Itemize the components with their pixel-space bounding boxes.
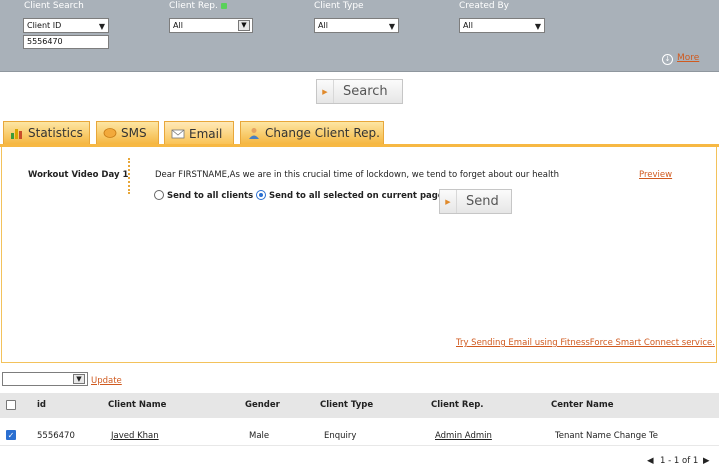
cell-center-name: Tenant Name Change Te [555,431,658,441]
smart-connect-link[interactable]: Try Sending Email using FitnessForce Sma… [456,338,715,348]
tab-email-label: Email [189,126,223,141]
message-preview: Dear FIRSTNAME,As we are in this crucial… [155,170,561,180]
expand-down-icon[interactable]: ↓ [662,54,673,65]
tab-statistics[interactable]: Statistics [3,121,90,144]
send-selected-label: Send to all selected on current page [269,191,444,201]
client-search-type-select[interactable]: Client ID ▼ [23,18,109,33]
tab-change-client-rep-label: Change Client Rep. [265,126,380,140]
column-header-client-rep[interactable]: Client Rep. [431,400,484,410]
column-header-client-type[interactable]: Client Type [320,400,373,410]
send-button-label: Send [466,194,499,209]
client-search-label: Client Search [24,1,84,11]
person-icon [249,128,259,139]
chevron-down-icon: ▼ [73,374,85,384]
chevron-down-icon: ▼ [534,22,541,31]
arrow-right-icon: ▶ [440,190,457,213]
column-header-id[interactable]: id [37,400,46,410]
chevron-down-icon: ▼ [98,22,105,31]
tab-change-client-rep[interactable]: Change Client Rep. [240,121,384,144]
tab-sms-label: SMS [121,126,147,140]
client-rep-select[interactable]: All ▼ [169,18,253,33]
tab-statistics-label: Statistics [28,126,83,140]
bar-chart-icon [11,129,22,139]
client-rep-value: All [173,21,183,30]
send-all-clients-label: Send to all clients [167,191,254,201]
client-type-value: All [318,21,328,30]
client-rep-label: Client Rep. [169,1,218,11]
search-button-label: Search [343,84,388,99]
bulk-action-select[interactable]: ▼ [2,372,88,386]
client-type-label: Client Type [314,1,364,11]
chevron-down-icon: ▼ [238,20,250,31]
pagination-text: 1 - 1 of 1 [660,456,699,466]
client-type-select[interactable]: All ▼ [314,18,399,33]
status-dot-icon [221,3,227,9]
client-rep-link[interactable]: Admin Admin [435,431,492,441]
created-by-value: All [463,21,473,30]
column-header-gender[interactable]: Gender [245,400,280,410]
arrow-right-icon: ▶ [317,80,334,103]
tab-sms[interactable]: SMS [96,121,159,144]
send-selected-radio[interactable] [256,190,266,200]
tab-email[interactable]: Email [164,121,234,145]
column-header-center-name[interactable]: Center Name [551,400,614,410]
client-search-input[interactable]: 5556470 [23,35,109,49]
sms-icon [103,128,117,138]
select-all-checkbox[interactable] [6,400,16,410]
template-name[interactable]: Workout Video Day 1 [28,170,128,180]
created-by-label: Created By [459,1,509,11]
prev-page-icon[interactable]: ◀ [647,456,654,466]
client-name-link[interactable]: Javed Khan [111,431,159,441]
divider [128,158,130,194]
cell-gender: Male [249,431,270,441]
row-checkbox[interactable]: ✓ [6,430,16,440]
update-link[interactable]: Update [91,376,122,386]
preview-link[interactable]: Preview [639,170,672,180]
send-all-clients-radio[interactable] [154,190,164,200]
cell-id: 5556470 [37,431,75,441]
envelope-icon [171,129,185,138]
client-search-type-value: Client ID [27,21,62,30]
chevron-down-icon: ▼ [388,22,395,31]
next-page-icon[interactable]: ▶ [703,456,710,466]
send-button[interactable]: ▶ Send [439,189,512,214]
created-by-select[interactable]: All ▼ [459,18,545,33]
more-link[interactable]: More [677,53,699,63]
filter-panel: Client Search Client ID ▼ 5556470 Client… [0,0,719,72]
column-header-client-name[interactable]: Client Name [108,400,166,410]
search-button[interactable]: ▶ Search [316,79,403,104]
cell-client-type: Enquiry [324,431,357,441]
